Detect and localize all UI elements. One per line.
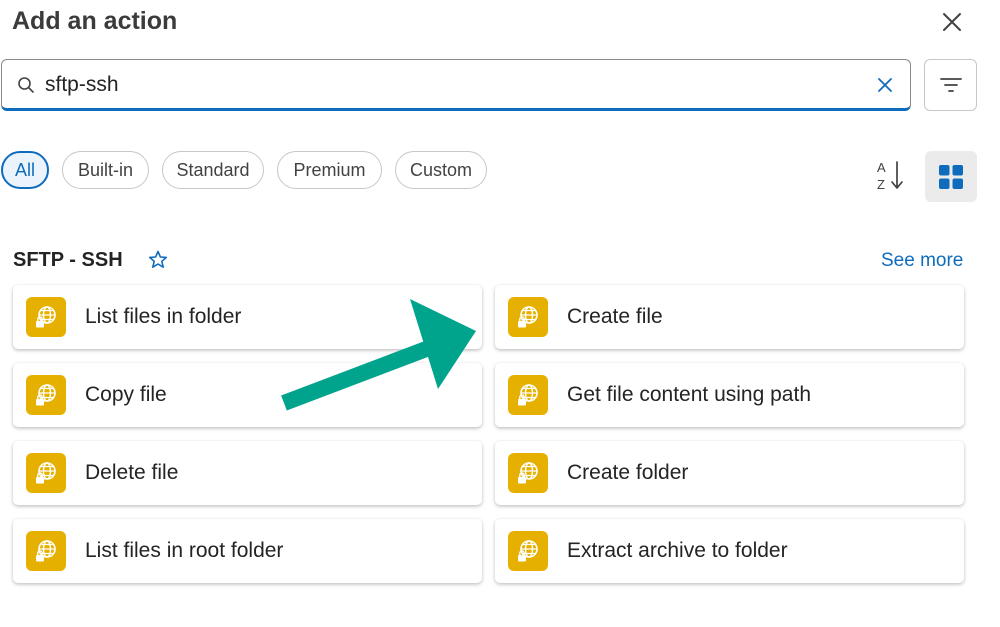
- clear-search-button[interactable]: [873, 73, 897, 97]
- action-label: List files in root folder: [85, 539, 284, 562]
- chip-custom[interactable]: Custom: [395, 151, 487, 189]
- action-label: Create file: [567, 305, 663, 328]
- action-card-list-files-in-root-folder[interactable]: List files in root folder: [13, 519, 482, 583]
- sort-letter-z: Z: [877, 177, 885, 192]
- globe-lock-icon: [26, 297, 66, 337]
- see-more-link[interactable]: See more: [881, 249, 963, 273]
- sort-letter-a: A: [877, 160, 886, 175]
- action-label: Delete file: [85, 461, 179, 484]
- action-card-delete-file[interactable]: Delete file: [13, 441, 482, 505]
- connector-group-title: SFTP - SSH: [13, 249, 123, 271]
- chip-built-in[interactable]: Built-in: [62, 151, 149, 189]
- action-label: List files in folder: [85, 305, 242, 328]
- globe-lock-icon: [508, 453, 548, 493]
- action-label: Get file content using path: [567, 383, 811, 406]
- filter-lines-icon: [939, 78, 962, 92]
- sort-az-icon: A Z: [877, 160, 903, 192]
- action-card-copy-file[interactable]: Copy file: [13, 363, 482, 427]
- filter-button[interactable]: [924, 59, 977, 111]
- action-label: Copy file: [85, 383, 167, 406]
- globe-lock-icon: [508, 531, 548, 571]
- chip-all[interactable]: All: [1, 151, 49, 189]
- sort-button[interactable]: A Z: [868, 153, 912, 197]
- grid-view-button[interactable]: [925, 151, 977, 202]
- action-card-extract-archive-to-folder[interactable]: Extract archive to folder: [495, 519, 964, 583]
- search-icon: [18, 77, 34, 93]
- grid-view-icon: [939, 164, 963, 189]
- chip-premium[interactable]: Premium: [277, 151, 382, 189]
- action-card-create-folder[interactable]: Create folder: [495, 441, 964, 505]
- globe-lock-icon: [508, 297, 548, 337]
- globe-lock-icon: [508, 375, 548, 415]
- chip-standard[interactable]: Standard: [162, 151, 264, 189]
- globe-lock-icon: [26, 531, 66, 571]
- close-button[interactable]: [936, 6, 968, 38]
- action-card-get-file-content-using-path[interactable]: Get file content using path: [495, 363, 964, 427]
- action-label: Extract archive to folder: [567, 539, 788, 562]
- panel-title: Add an action: [12, 7, 178, 35]
- star-outline-icon[interactable]: [147, 249, 169, 271]
- action-label: Create folder: [567, 461, 689, 484]
- action-card-create-file[interactable]: Create file: [495, 285, 964, 349]
- globe-lock-icon: [26, 453, 66, 493]
- action-card-list-files-in-folder[interactable]: List files in folder: [13, 285, 482, 349]
- globe-lock-icon: [26, 375, 66, 415]
- close-icon: [943, 13, 961, 31]
- search-input[interactable]: [45, 70, 845, 100]
- dismiss-icon: [878, 78, 892, 92]
